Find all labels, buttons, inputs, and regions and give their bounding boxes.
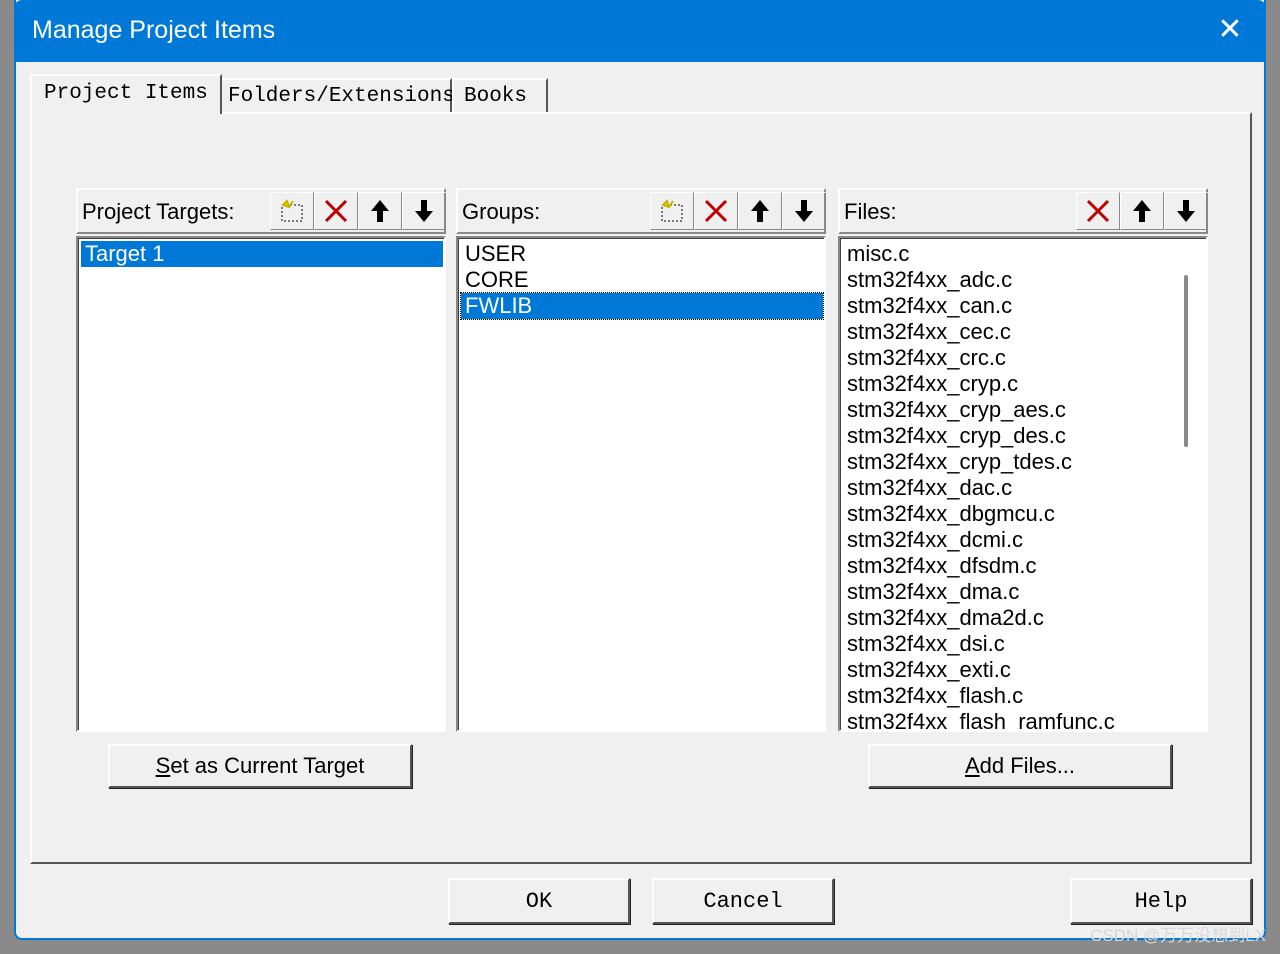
move-up-icon (371, 200, 389, 222)
manage-project-items-dialog: Manage Project Items ✕ Project Items Fol… (14, 0, 1266, 940)
tab-label: Folders/Extensions (228, 85, 455, 108)
move-target-down-button[interactable] (402, 192, 446, 230)
list-item[interactable]: stm32f4xx_dsi.c (843, 631, 1005, 657)
button-label: Set as Current Target (156, 753, 365, 779)
new-icon (661, 199, 683, 222)
files-header: Files: (838, 188, 1208, 234)
move-down-icon (1177, 200, 1195, 222)
mnemonic: A (964, 753, 980, 778)
project-targets-header: Project Targets: (76, 188, 446, 234)
groups-label: Groups: (462, 199, 541, 224)
tab-panel: Project Targets: Target 1 Groups: USER C… (30, 112, 1252, 864)
list-item[interactable]: stm32f4xx_dma2d.c (843, 605, 1044, 631)
project-targets-label: Project Targets: (82, 199, 235, 224)
move-target-up-button[interactable] (358, 192, 402, 230)
tab-books[interactable]: Books (452, 78, 548, 112)
list-item[interactable]: stm32f4xx_dbgmcu.c (843, 501, 1055, 527)
dialog-title: Manage Project Items (32, 16, 276, 44)
help-button[interactable]: Help (1070, 878, 1252, 924)
delete-icon (324, 199, 348, 223)
list-item[interactable]: stm32f4xx_cec.c (843, 319, 1011, 345)
list-item[interactable]: stm32f4xx_cryp_tdes.c (843, 449, 1072, 475)
list-item[interactable]: stm32f4xx_adc.c (843, 267, 1012, 293)
list-item[interactable]: stm32f4xx_dfsdm.c (843, 553, 1037, 579)
label-rest: et as Current Target (170, 753, 365, 778)
list-item[interactable]: stm32f4xx_dma.c (843, 579, 1019, 605)
move-group-down-button[interactable] (782, 192, 826, 230)
new-target-button[interactable] (270, 192, 314, 230)
list-item[interactable]: Target 1 (81, 241, 443, 267)
delete-target-button[interactable] (314, 192, 358, 230)
delete-group-button[interactable] (694, 192, 738, 230)
delete-file-button[interactable] (1076, 192, 1120, 230)
list-item[interactable]: stm32f4xx_cryp_des.c (843, 423, 1066, 449)
move-up-icon (751, 200, 769, 222)
list-inner: Target 1 (78, 238, 444, 730)
list-item[interactable]: stm32f4xx_exti.c (843, 657, 1011, 683)
title-bar[interactable]: Manage Project Items ✕ (14, 0, 1266, 62)
files-list[interactable]: misc.c stm32f4xx_adc.c stm32f4xx_can.c s… (838, 236, 1208, 732)
list-item[interactable]: FWLIB (460, 292, 824, 320)
button-label: Cancel (703, 888, 783, 914)
delete-icon (704, 199, 728, 223)
list-item[interactable]: CORE (461, 267, 823, 293)
ok-button[interactable]: OK (448, 878, 630, 924)
move-file-up-button[interactable] (1120, 192, 1164, 230)
groups-header: Groups: (456, 188, 826, 234)
move-down-icon (795, 200, 813, 222)
list-item[interactable]: stm32f4xx_dcmi.c (843, 527, 1023, 553)
cancel-button[interactable]: Cancel (652, 878, 834, 924)
list-item[interactable]: misc.c (843, 241, 909, 267)
list-item[interactable]: stm32f4xx_cryp.c (843, 371, 1018, 397)
list-item[interactable]: stm32f4xx_cryp_aes.c (843, 397, 1066, 423)
delete-icon (1086, 199, 1110, 223)
tab-label: Project Items (44, 82, 208, 105)
watermark: CSDN @万万没想到LX (1090, 926, 1266, 945)
set-as-current-target-button[interactable]: Set as Current Target (108, 744, 412, 788)
button-label: Help (1134, 888, 1188, 914)
add-files-button[interactable]: Add Files... (868, 744, 1172, 788)
list-inner: USER CORE FWLIB (458, 238, 824, 730)
move-down-icon (415, 200, 433, 222)
list-item[interactable]: stm32f4xx_crc.c (843, 345, 1006, 371)
label-rest: dd Files... (979, 753, 1076, 778)
new-icon (281, 199, 303, 222)
tab-folders-extensions[interactable]: Folders/Extensions (216, 78, 455, 112)
list-item[interactable]: stm32f4xx_dac.c (843, 475, 1012, 501)
list-item[interactable]: USER (461, 241, 823, 267)
groups-list[interactable]: USER CORE FWLIB (456, 236, 826, 732)
move-group-up-button[interactable] (738, 192, 782, 230)
list-inner: misc.c stm32f4xx_adc.c stm32f4xx_can.c s… (840, 238, 1206, 730)
move-up-icon (1133, 200, 1151, 222)
tab-label: Books (464, 85, 528, 108)
project-targets-list[interactable]: Target 1 (76, 236, 446, 732)
new-group-button[interactable] (650, 192, 694, 230)
list-item[interactable]: stm32f4xx_flash.c (843, 683, 1023, 709)
button-label: OK (525, 888, 553, 914)
mnemonic: S (155, 753, 171, 778)
move-file-down-button[interactable] (1164, 192, 1208, 230)
close-icon[interactable]: ✕ (1212, 12, 1248, 48)
tab-project-items[interactable]: Project Items (30, 74, 222, 114)
list-item[interactable]: stm32f4xx_flash_ramfunc.c (843, 709, 1115, 730)
files-scrollbar-thumb[interactable] (1184, 275, 1188, 447)
list-item[interactable]: stm32f4xx_can.c (843, 293, 1012, 319)
files-label: Files: (844, 199, 897, 224)
button-label: Add Files... (965, 753, 1075, 779)
